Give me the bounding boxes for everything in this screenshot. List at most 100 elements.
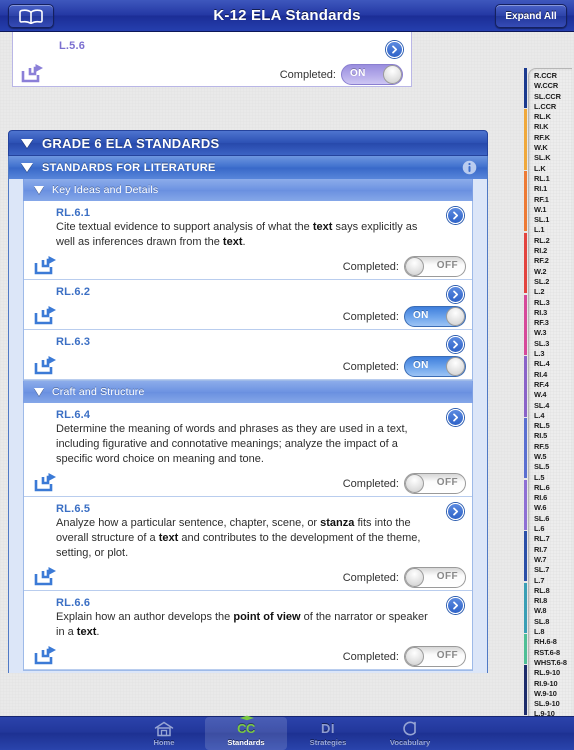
completed-toggle[interactable]: ON [341,64,403,85]
index-item[interactable]: SL.2 [532,277,574,287]
index-item[interactable]: RI.K [532,122,574,132]
share-icon[interactable] [34,566,58,586]
completed-toggle[interactable]: OFF [404,256,466,277]
index-item[interactable]: L.2 [532,287,574,297]
index-item[interactable]: RI.3 [532,308,574,318]
index-item[interactable]: SL.3 [532,339,574,349]
index-item[interactable]: L.CCR [532,102,574,112]
share-icon[interactable] [34,355,58,375]
index-item[interactable]: RI.6 [532,493,574,503]
index-item[interactable]: L.1 [532,225,574,235]
index-item[interactable]: L.4 [532,411,574,421]
info-icon[interactable] [462,160,477,175]
standards-index[interactable]: R.CCR W.CCR SL.CCR L.CCR RL.K RI.K RF.K W.K SL.K… [518,68,572,716]
index-item[interactable]: L.9-10 [532,709,574,716]
index-item[interactable]: RF.5 [532,442,574,452]
index-item[interactable]: SL.7 [532,565,574,575]
index-item[interactable]: W.7 [532,555,574,565]
literature-header[interactable]: STANDARDS FOR LITERATURE [8,156,488,179]
index-item[interactable]: W.4 [532,390,574,400]
index-item[interactable]: RST.6-8 [532,648,574,658]
disclosure-button[interactable] [386,41,403,58]
disclosure-button[interactable] [447,207,464,224]
index-item[interactable]: W.9-10 [532,689,574,699]
index-item[interactable]: SL.K [532,153,574,163]
completed-toggle[interactable]: OFF [404,567,466,588]
index-item[interactable]: RL.1 [532,174,574,184]
index-item[interactable]: RF.2 [532,256,574,266]
index-item[interactable]: WHST.6-8 [532,658,574,668]
index-item[interactable]: SL.9-10 [532,699,574,709]
index-item[interactable]: RL.7 [532,534,574,544]
index-item[interactable]: W.8 [532,606,574,616]
index-item[interactable]: W.5 [532,452,574,462]
index-item[interactable]: RF.1 [532,195,574,205]
index-item[interactable]: W.CCR [532,81,574,91]
index-item[interactable]: W.1 [532,205,574,215]
standard-row[interactable]: RL.6.6 Explain how an author develops th… [24,591,472,644]
index-item[interactable]: RL.K [532,112,574,122]
index-item[interactable]: RL.4 [532,359,574,369]
index-item[interactable]: R.CCR [532,71,574,81]
index-item[interactable]: W.3 [532,328,574,338]
standard-row[interactable]: RL.6.4 Determine the meaning of words an… [24,403,472,471]
index-item[interactable]: W.6 [532,503,574,513]
section-header[interactable]: Craft and Structure [23,381,473,403]
share-icon[interactable] [21,63,45,83]
index-item[interactable]: L.6 [532,524,574,534]
index-item[interactable]: RL.2 [532,236,574,246]
index-item[interactable]: RI.8 [532,596,574,606]
index-item[interactable]: SL.6 [532,514,574,524]
index-list[interactable]: R.CCR W.CCR SL.CCR L.CCR RL.K RI.K RF.K W.K SL.K… [532,71,574,716]
tab-home[interactable]: Home [123,717,205,750]
index-item[interactable]: SL.5 [532,462,574,472]
standards-scroll-area[interactable]: L.5.6 Completed: ON GRADE 6 ELA STANDARD… [0,32,574,716]
disclosure-button[interactable] [447,409,464,426]
index-item[interactable]: SL.CCR [532,92,574,102]
disclosure-button[interactable] [447,597,464,614]
tab-vocabulary[interactable]: Vocabulary [369,717,451,750]
disclosure-button[interactable] [447,286,464,303]
index-item[interactable]: L.3 [532,349,574,359]
index-item[interactable]: W.2 [532,267,574,277]
tab-strategies[interactable]: DI Strategies [287,717,369,750]
index-item[interactable]: RI.4 [532,370,574,380]
standard-row[interactable]: RL.6.2 [24,280,472,304]
section-header[interactable]: Key Ideas and Details [23,179,473,201]
standard-row[interactable]: RL.6.1 Cite textual evidence to support … [24,201,472,254]
index-item[interactable]: RL.8 [532,586,574,596]
standard-row[interactable]: RL.6.5 Analyze how a particular sentence… [24,497,472,565]
index-item[interactable]: RF.4 [532,380,574,390]
index-item[interactable]: RL.5 [532,421,574,431]
index-item[interactable]: RI.1 [532,184,574,194]
standard-row[interactable]: L.5.6 [13,32,411,62]
index-item[interactable]: W.K [532,143,574,153]
index-item[interactable]: SL.8 [532,617,574,627]
index-item[interactable]: SL.4 [532,401,574,411]
share-icon[interactable] [34,305,58,325]
completed-toggle[interactable]: OFF [404,473,466,494]
standard-row[interactable]: RL.6.3 [24,330,472,354]
completed-toggle[interactable]: OFF [404,646,466,667]
share-icon[interactable] [34,255,58,275]
index-item[interactable]: RF.3 [532,318,574,328]
share-icon[interactable] [34,645,58,665]
tab-standards[interactable]: CC Standards [205,715,287,750]
index-item[interactable]: SL.1 [532,215,574,225]
completed-toggle[interactable]: ON [404,306,466,327]
index-item[interactable]: RI.7 [532,545,574,555]
share-icon[interactable] [34,472,58,492]
disclosure-button[interactable] [447,336,464,353]
index-item[interactable]: L.7 [532,576,574,586]
completed-toggle[interactable]: ON [404,356,466,377]
index-item[interactable]: L.K [532,164,574,174]
grade-header[interactable]: GRADE 6 ELA STANDARDS [8,130,488,156]
bookmarks-button[interactable] [8,4,54,28]
index-item[interactable]: RL.9-10 [532,668,574,678]
index-item[interactable]: RF.K [532,133,574,143]
index-item[interactable]: RL.3 [532,298,574,308]
index-item[interactable]: RI.2 [532,246,574,256]
index-item[interactable]: RI.9-10 [532,679,574,689]
index-item[interactable]: L.5 [532,473,574,483]
index-item[interactable]: RH.6-8 [532,637,574,647]
